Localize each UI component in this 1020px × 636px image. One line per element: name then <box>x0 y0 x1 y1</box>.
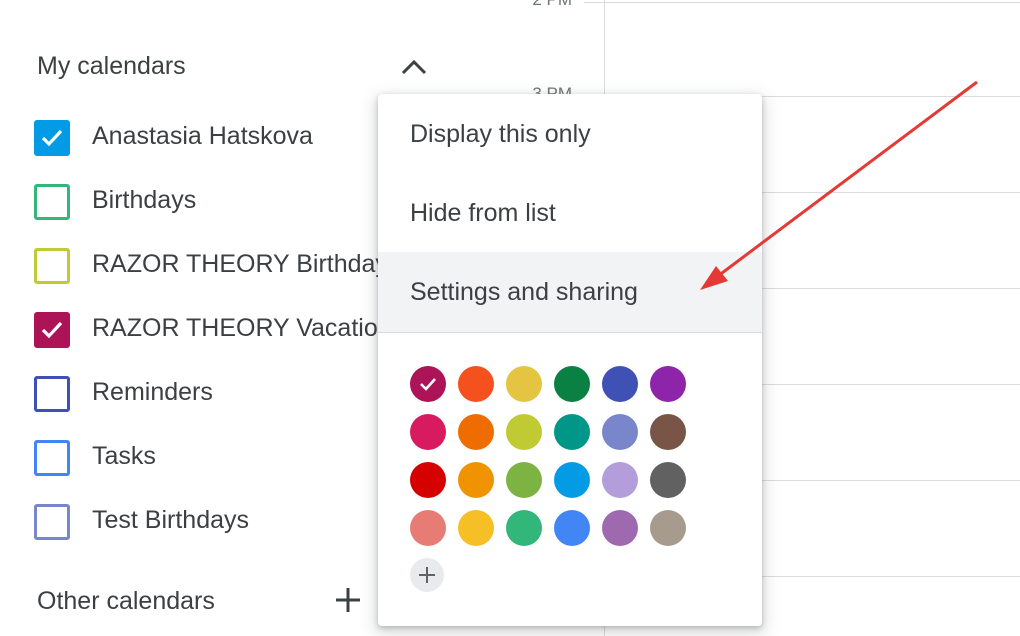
calendar-item[interactable]: Tasks <box>34 438 384 478</box>
calendar-item[interactable]: Anastasia Hatskova <box>34 118 384 158</box>
calendar-label: RAZOR THEORY Vacations <box>92 314 384 342</box>
calendar-checkbox[interactable] <box>34 184 70 220</box>
color-swatch[interactable] <box>458 414 494 450</box>
calendar-item[interactable]: Reminders <box>34 374 384 414</box>
menu-divider <box>378 332 762 333</box>
color-swatch[interactable] <box>554 510 590 546</box>
color-swatch[interactable] <box>458 462 494 498</box>
calendar-label: Reminders <box>92 378 213 406</box>
color-swatch[interactable] <box>410 414 446 450</box>
color-swatch[interactable] <box>602 510 638 546</box>
checkmark-icon <box>41 129 63 147</box>
time-label-2pm: 2 PM <box>500 0 572 10</box>
checkmark-icon <box>420 378 436 391</box>
calendar-item[interactable]: RAZOR THEORY Birthdays <box>34 246 384 286</box>
other-calendars-title[interactable]: Other calendars <box>37 587 215 616</box>
grid-hour-line <box>604 2 1020 3</box>
calendar-item[interactable]: Birthdays <box>34 182 384 222</box>
grid-tick <box>584 2 604 3</box>
calendar-label: Anastasia Hatskova <box>92 122 313 150</box>
color-swatch[interactable] <box>506 462 542 498</box>
color-swatch[interactable] <box>506 414 542 450</box>
calendar-checkbox[interactable] <box>34 376 70 412</box>
calendar-checkbox[interactable] <box>34 248 70 284</box>
color-swatch[interactable] <box>650 414 686 450</box>
chevron-up-icon[interactable] <box>398 52 430 82</box>
color-swatch[interactable] <box>458 510 494 546</box>
color-swatch[interactable] <box>554 462 590 498</box>
color-swatch[interactable] <box>650 462 686 498</box>
color-swatch[interactable] <box>650 510 686 546</box>
color-swatch[interactable] <box>410 510 446 546</box>
plus-icon[interactable] <box>332 584 364 616</box>
calendar-label: Tasks <box>92 442 156 470</box>
calendar-item[interactable]: Test Birthdays <box>34 502 384 542</box>
color-swatch[interactable] <box>458 366 494 402</box>
color-swatch[interactable] <box>602 462 638 498</box>
color-swatch[interactable] <box>506 366 542 402</box>
calendar-item[interactable]: RAZOR THEORY Vacations <box>34 310 384 350</box>
calendar-checkbox[interactable] <box>34 504 70 540</box>
calendar-options-menu: Display this only Hide from list Setting… <box>378 94 762 626</box>
add-custom-color-button[interactable] <box>410 558 444 592</box>
menu-item-hide-from-list[interactable]: Hide from list <box>378 173 762 253</box>
my-calendars-title[interactable]: My calendars <box>37 52 186 81</box>
checkmark-icon <box>41 321 63 339</box>
color-swatch[interactable] <box>410 462 446 498</box>
calendar-label: RAZOR THEORY Birthdays <box>92 250 384 278</box>
color-swatch[interactable] <box>602 414 638 450</box>
calendar-label: Birthdays <box>92 186 197 214</box>
color-swatch[interactable] <box>554 414 590 450</box>
calendar-checkbox[interactable] <box>34 120 70 156</box>
color-swatch[interactable] <box>602 366 638 402</box>
calendar-label: Test Birthdays <box>92 506 250 534</box>
menu-item-settings-and-sharing[interactable]: Settings and sharing <box>378 252 762 332</box>
menu-item-display-this-only[interactable]: Display this only <box>378 94 762 174</box>
color-swatch[interactable] <box>506 510 542 546</box>
color-swatch[interactable] <box>410 366 446 402</box>
calendar-checkbox[interactable] <box>34 312 70 348</box>
color-swatch[interactable] <box>650 366 686 402</box>
calendar-checkbox[interactable] <box>34 440 70 476</box>
color-swatch[interactable] <box>554 366 590 402</box>
